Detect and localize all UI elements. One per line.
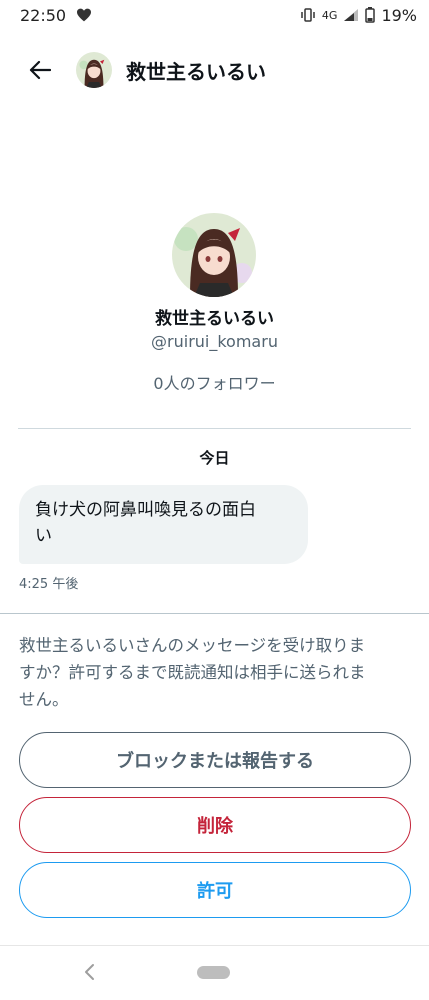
profile-avatar[interactable]	[172, 213, 256, 297]
allow-button[interactable]: 許可	[19, 862, 411, 918]
status-time: 22:50	[20, 5, 67, 25]
message-bubble[interactable]: 負け犬の阿鼻叫喚見るの面白 い	[19, 485, 308, 564]
conversation-header: 救世主るいるい	[0, 40, 429, 100]
message-timestamp: 4:25 午後	[19, 577, 79, 592]
arrow-left-icon	[29, 60, 51, 80]
avatar-image	[172, 213, 256, 297]
profile-handle: @ruirui_komaru	[151, 332, 278, 351]
battery-percent: 19%	[381, 5, 417, 25]
follower-count[interactable]: 0人のフォロワー	[0, 370, 429, 394]
divider	[0, 613, 429, 614]
heart-icon	[77, 8, 92, 22]
status-left: 22:50	[20, 6, 92, 25]
nav-divider	[0, 945, 429, 946]
back-button[interactable]	[20, 50, 60, 90]
header-title: 救世主るいるい	[126, 59, 266, 84]
battery-icon	[365, 7, 376, 23]
network-type: 4G	[321, 8, 338, 22]
prompt-line: すか？許可するまで既読通知は相手に送られま	[19, 663, 366, 682]
vibrate-icon	[301, 8, 315, 22]
nav-home-pill[interactable]	[197, 966, 230, 979]
nav-back-icon[interactable]	[78, 960, 102, 984]
avatar-image	[76, 52, 112, 88]
profile-name: 救世主るいるい	[155, 309, 274, 329]
signal-icon	[344, 9, 359, 21]
prompt-line: せん。	[19, 690, 69, 709]
prompt-line: 救世主るいるいさんのメッセージを受け取りま	[19, 636, 366, 655]
block-or-report-button[interactable]: ブロックまたは報告する	[19, 732, 411, 788]
delete-button[interactable]: 削除	[19, 797, 411, 853]
divider	[18, 428, 411, 429]
status-bar: 22:50 4G 19%	[0, 0, 429, 30]
date-separator: 今日	[199, 449, 230, 467]
status-right: 4G 19%	[300, 6, 417, 25]
message-request-prompt: 救世主るいるいさんのメッセージを受け取りま すか？許可するまで既読通知は相手に送…	[19, 632, 414, 713]
message-text-line: 負け犬の阿鼻叫喚見るの面白	[35, 500, 256, 520]
header-avatar[interactable]	[76, 52, 112, 88]
message-text-line: い	[35, 526, 52, 546]
